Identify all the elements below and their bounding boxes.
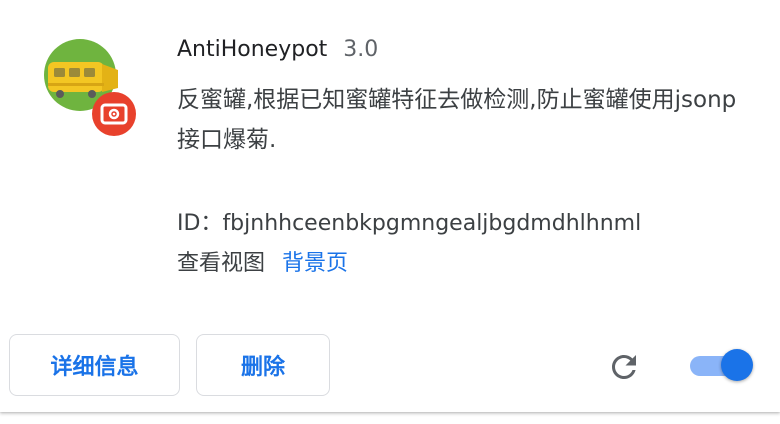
- toggle-knob: [721, 349, 753, 381]
- background-page-link[interactable]: 背景页: [282, 251, 348, 276]
- cassette-icon: [92, 92, 136, 136]
- reload-icon: [612, 355, 636, 379]
- extension-card: AntiHoneypot 3.0 反蜜罐,根据已知蜜罐特征去做检测,防止蜜罐使用…: [0, 0, 780, 412]
- extension-icon: [42, 38, 142, 138]
- extension-name: AntiHoneypot: [177, 37, 328, 62]
- remove-button[interactable]: 删除: [196, 334, 330, 396]
- extension-description: 反蜜罐,根据已知蜜罐特征去做检测,防止蜜罐使用jsonp接口爆菊.: [177, 87, 737, 153]
- enable-toggle[interactable]: [688, 347, 754, 385]
- extension-title-row: AntiHoneypot 3.0: [177, 34, 378, 66]
- extension-id-value: fbjnhhceenbkpgmngealjbgdmdhlhnml: [222, 211, 642, 236]
- extension-version: 3.0: [343, 37, 379, 62]
- reload-button[interactable]: [606, 349, 642, 385]
- inspect-views-row: 查看视图 背景页: [177, 247, 348, 281]
- inspect-views-label: 查看视图: [177, 251, 266, 276]
- details-button[interactable]: 详细信息: [9, 334, 180, 396]
- extension-id-row: ID：fbjnhhceenbkpgmngealjbgdmdhlhnml: [177, 207, 641, 241]
- extension-id-label: ID：: [177, 211, 223, 236]
